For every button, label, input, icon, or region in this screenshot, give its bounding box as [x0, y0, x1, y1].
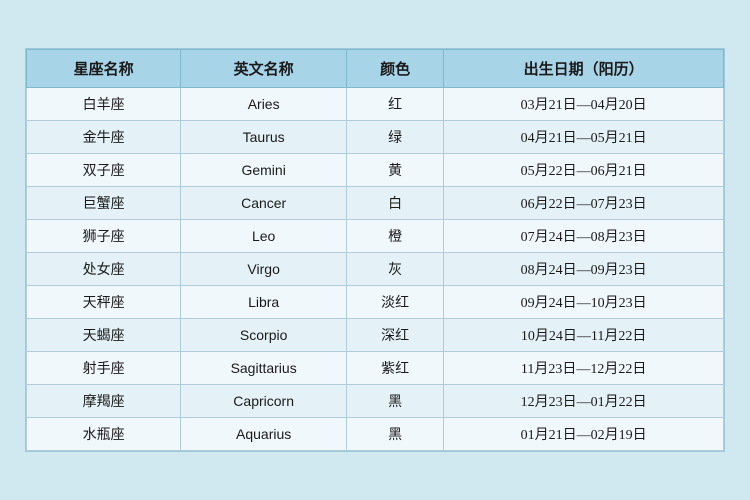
cell-dates: 01月21日—02月19日 — [444, 418, 724, 451]
table-row: 白羊座Aries红03月21日—04月20日 — [27, 88, 724, 121]
cell-chinese-name: 金牛座 — [27, 121, 181, 154]
cell-english-name: Leo — [181, 220, 347, 253]
table-row: 天蝎座Scorpio深红10月24日—11月22日 — [27, 319, 724, 352]
header-dates: 出生日期（阳历） — [444, 50, 724, 88]
cell-english-name: Aries — [181, 88, 347, 121]
cell-dates: 07月24日—08月23日 — [444, 220, 724, 253]
cell-english-name: Scorpio — [181, 319, 347, 352]
zodiac-table: 星座名称 英文名称 颜色 出生日期（阳历） 白羊座Aries红03月21日—04… — [26, 49, 724, 451]
header-english-name: 英文名称 — [181, 50, 347, 88]
table-row: 水瓶座Aquarius黑01月21日—02月19日 — [27, 418, 724, 451]
cell-color: 灰 — [347, 253, 444, 286]
cell-chinese-name: 射手座 — [27, 352, 181, 385]
cell-color: 黑 — [347, 418, 444, 451]
cell-english-name: Gemini — [181, 154, 347, 187]
cell-color: 橙 — [347, 220, 444, 253]
cell-color: 红 — [347, 88, 444, 121]
table-row: 射手座Sagittarius紫红11月23日—12月22日 — [27, 352, 724, 385]
cell-dates: 05月22日—06月21日 — [444, 154, 724, 187]
table-row: 处女座Virgo灰08月24日—09月23日 — [27, 253, 724, 286]
table-row: 天秤座Libra淡红09月24日—10月23日 — [27, 286, 724, 319]
cell-dates: 03月21日—04月20日 — [444, 88, 724, 121]
table-row: 巨蟹座Cancer白06月22日—07月23日 — [27, 187, 724, 220]
cell-english-name: Sagittarius — [181, 352, 347, 385]
cell-english-name: Aquarius — [181, 418, 347, 451]
cell-dates: 09月24日—10月23日 — [444, 286, 724, 319]
cell-color: 白 — [347, 187, 444, 220]
cell-chinese-name: 巨蟹座 — [27, 187, 181, 220]
cell-color: 淡红 — [347, 286, 444, 319]
cell-color: 绿 — [347, 121, 444, 154]
cell-color: 黑 — [347, 385, 444, 418]
cell-english-name: Cancer — [181, 187, 347, 220]
table-body: 白羊座Aries红03月21日—04月20日金牛座Taurus绿04月21日—0… — [27, 88, 724, 451]
cell-chinese-name: 狮子座 — [27, 220, 181, 253]
cell-chinese-name: 摩羯座 — [27, 385, 181, 418]
cell-english-name: Virgo — [181, 253, 347, 286]
cell-dates: 04月21日—05月21日 — [444, 121, 724, 154]
cell-color: 紫红 — [347, 352, 444, 385]
table-row: 金牛座Taurus绿04月21日—05月21日 — [27, 121, 724, 154]
cell-chinese-name: 天蝎座 — [27, 319, 181, 352]
cell-chinese-name: 双子座 — [27, 154, 181, 187]
table-row: 摩羯座Capricorn黑12月23日—01月22日 — [27, 385, 724, 418]
cell-color: 深红 — [347, 319, 444, 352]
cell-dates: 11月23日—12月22日 — [444, 352, 724, 385]
zodiac-table-container: 星座名称 英文名称 颜色 出生日期（阳历） 白羊座Aries红03月21日—04… — [25, 48, 725, 452]
cell-dates: 10月24日—11月22日 — [444, 319, 724, 352]
cell-english-name: Libra — [181, 286, 347, 319]
cell-english-name: Capricorn — [181, 385, 347, 418]
table-row: 狮子座Leo橙07月24日—08月23日 — [27, 220, 724, 253]
cell-color: 黄 — [347, 154, 444, 187]
cell-dates: 12月23日—01月22日 — [444, 385, 724, 418]
cell-english-name: Taurus — [181, 121, 347, 154]
header-color: 颜色 — [347, 50, 444, 88]
cell-chinese-name: 水瓶座 — [27, 418, 181, 451]
table-row: 双子座Gemini黄05月22日—06月21日 — [27, 154, 724, 187]
cell-dates: 06月22日—07月23日 — [444, 187, 724, 220]
cell-chinese-name: 天秤座 — [27, 286, 181, 319]
cell-chinese-name: 处女座 — [27, 253, 181, 286]
cell-dates: 08月24日—09月23日 — [444, 253, 724, 286]
table-header-row: 星座名称 英文名称 颜色 出生日期（阳历） — [27, 50, 724, 88]
header-chinese-name: 星座名称 — [27, 50, 181, 88]
cell-chinese-name: 白羊座 — [27, 88, 181, 121]
